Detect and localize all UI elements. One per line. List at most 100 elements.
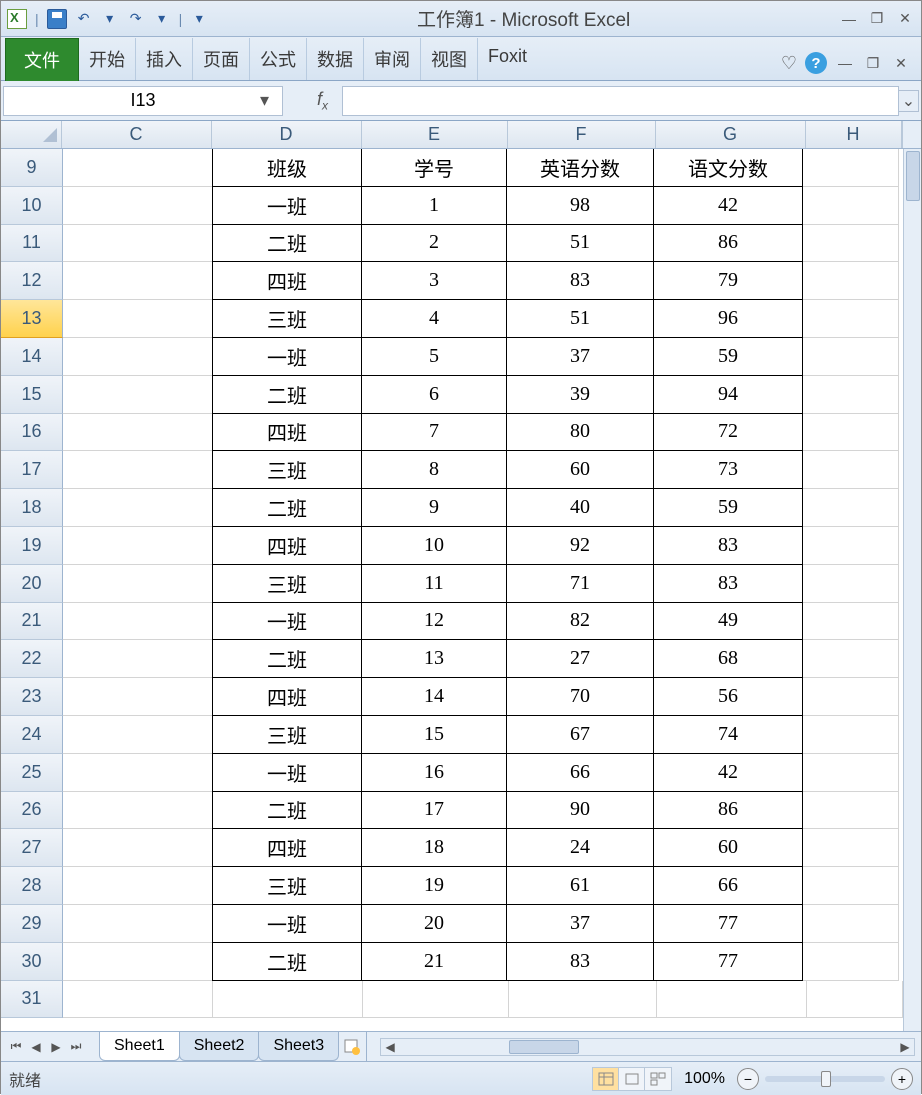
row-header-27[interactable]: 27 xyxy=(1,829,63,867)
ribbon-close-button[interactable]: ✕ xyxy=(891,54,911,72)
cell-C10[interactable] xyxy=(63,187,213,225)
cell-E27[interactable]: 18 xyxy=(361,828,507,867)
maximize-button[interactable]: ❐ xyxy=(867,10,887,28)
cell-F11[interactable]: 51 xyxy=(506,224,654,263)
cell-E11[interactable]: 2 xyxy=(361,224,507,263)
cell-D28[interactable]: 三班 xyxy=(212,866,362,905)
cell-G17[interactable]: 73 xyxy=(653,450,803,489)
formula-input[interactable] xyxy=(342,86,899,116)
cell-F31[interactable] xyxy=(509,981,657,1019)
cell-F28[interactable]: 61 xyxy=(506,866,654,905)
cell-H16[interactable] xyxy=(803,414,899,452)
cell-C27[interactable] xyxy=(63,829,213,867)
cell-E12[interactable]: 3 xyxy=(361,261,507,300)
cell-F26[interactable]: 90 xyxy=(506,791,654,830)
sheet-tab-sheet3[interactable]: Sheet3 xyxy=(258,1032,339,1061)
cell-E16[interactable]: 7 xyxy=(361,413,507,452)
cell-F29[interactable]: 37 xyxy=(506,904,654,943)
cell-C12[interactable] xyxy=(63,262,213,300)
row-header-9[interactable]: 9 xyxy=(1,149,63,187)
sheet-nav-last[interactable]: ⏭ xyxy=(67,1038,85,1056)
undo-dropdown[interactable]: ▾ xyxy=(101,10,119,28)
cell-C21[interactable] xyxy=(63,603,213,641)
sheet-splitter[interactable] xyxy=(366,1032,374,1061)
column-header-D[interactable]: D xyxy=(212,121,362,148)
cell-C19[interactable] xyxy=(63,527,213,565)
cell-G24[interactable]: 74 xyxy=(653,715,803,754)
minimize-button[interactable]: — xyxy=(839,10,859,28)
column-header-C[interactable]: C xyxy=(62,121,212,148)
ribbon-restore-button[interactable]: ❐ xyxy=(863,54,883,72)
cell-G13[interactable]: 96 xyxy=(653,299,803,338)
cell-F22[interactable]: 27 xyxy=(506,639,654,678)
row-header-19[interactable]: 19 xyxy=(1,527,63,565)
row-header-12[interactable]: 12 xyxy=(1,262,63,300)
row-header-24[interactable]: 24 xyxy=(1,716,63,754)
cell-H31[interactable] xyxy=(807,981,903,1019)
zoom-out-button[interactable]: − xyxy=(737,1068,759,1090)
cell-G22[interactable]: 68 xyxy=(653,639,803,678)
cell-H29[interactable] xyxy=(803,905,899,943)
column-header-H[interactable]: H xyxy=(806,121,902,148)
horizontal-scrollbar[interactable]: ◀ ▶ xyxy=(380,1038,915,1056)
ribbon-tab-7[interactable]: Foxit xyxy=(478,38,537,80)
cell-F27[interactable]: 24 xyxy=(506,828,654,867)
cell-D26[interactable]: 二班 xyxy=(212,791,362,830)
cell-C18[interactable] xyxy=(63,489,213,527)
ribbon-heart-icon[interactable]: ♡ xyxy=(781,53,797,74)
cell-D25[interactable]: 一班 xyxy=(212,753,362,792)
cell-G31[interactable] xyxy=(657,981,807,1019)
hscroll-left[interactable]: ◀ xyxy=(381,1040,399,1054)
cell-E28[interactable]: 19 xyxy=(361,866,507,905)
cell-G19[interactable]: 83 xyxy=(653,526,803,565)
select-all-corner[interactable] xyxy=(1,121,62,148)
cell-E15[interactable]: 6 xyxy=(361,375,507,414)
undo-button[interactable]: ↶ xyxy=(75,10,93,28)
cell-F15[interactable]: 39 xyxy=(506,375,654,414)
cell-D10[interactable]: 一班 xyxy=(212,186,362,225)
view-page-break-button[interactable] xyxy=(645,1068,671,1090)
vertical-scrollbar[interactable] xyxy=(903,149,921,1031)
cell-D15[interactable]: 二班 xyxy=(212,375,362,414)
cell-C30[interactable] xyxy=(63,943,213,981)
hscroll-right[interactable]: ▶ xyxy=(896,1040,914,1054)
cell-C22[interactable] xyxy=(63,640,213,678)
formula-expand-button[interactable]: ⌄ xyxy=(899,90,919,112)
cell-E10[interactable]: 1 xyxy=(361,186,507,225)
zoom-in-button[interactable]: + xyxy=(891,1068,913,1090)
fx-icon[interactable]: fx xyxy=(317,89,328,113)
cell-F12[interactable]: 83 xyxy=(506,261,654,300)
cell-E29[interactable]: 20 xyxy=(361,904,507,943)
cell-C28[interactable] xyxy=(63,867,213,905)
cell-D22[interactable]: 二班 xyxy=(212,639,362,678)
zoom-percentage[interactable]: 100% xyxy=(684,1070,725,1088)
cell-D16[interactable]: 四班 xyxy=(212,413,362,452)
redo-dropdown[interactable]: ▾ xyxy=(153,10,171,28)
cell-G25[interactable]: 42 xyxy=(653,753,803,792)
cell-H15[interactable] xyxy=(803,376,899,414)
row-header-15[interactable]: 15 xyxy=(1,376,63,414)
cell-F24[interactable]: 67 xyxy=(506,715,654,754)
sheet-tab-sheet1[interactable]: Sheet1 xyxy=(99,1032,180,1061)
row-header-28[interactable]: 28 xyxy=(1,867,63,905)
ribbon-tab-5[interactable]: 审阅 xyxy=(364,38,421,80)
cell-D31[interactable] xyxy=(213,981,363,1019)
cell-G21[interactable]: 49 xyxy=(653,602,803,641)
cell-H14[interactable] xyxy=(803,338,899,376)
cell-D21[interactable]: 一班 xyxy=(212,602,362,641)
cell-D9[interactable]: 班级 xyxy=(212,149,362,187)
cell-E14[interactable]: 5 xyxy=(361,337,507,376)
row-header-11[interactable]: 11 xyxy=(1,225,63,263)
save-button[interactable] xyxy=(47,9,67,29)
name-box-dropdown[interactable]: ▾ xyxy=(260,90,278,111)
cell-C9[interactable] xyxy=(63,149,213,187)
cell-E25[interactable]: 16 xyxy=(361,753,507,792)
cell-H10[interactable] xyxy=(803,187,899,225)
cell-C31[interactable] xyxy=(63,981,213,1019)
cell-F18[interactable]: 40 xyxy=(506,488,654,527)
cell-E20[interactable]: 11 xyxy=(361,564,507,603)
cell-F14[interactable]: 37 xyxy=(506,337,654,376)
cell-C16[interactable] xyxy=(63,414,213,452)
help-icon[interactable]: ? xyxy=(805,52,827,74)
cell-E31[interactable] xyxy=(363,981,509,1019)
